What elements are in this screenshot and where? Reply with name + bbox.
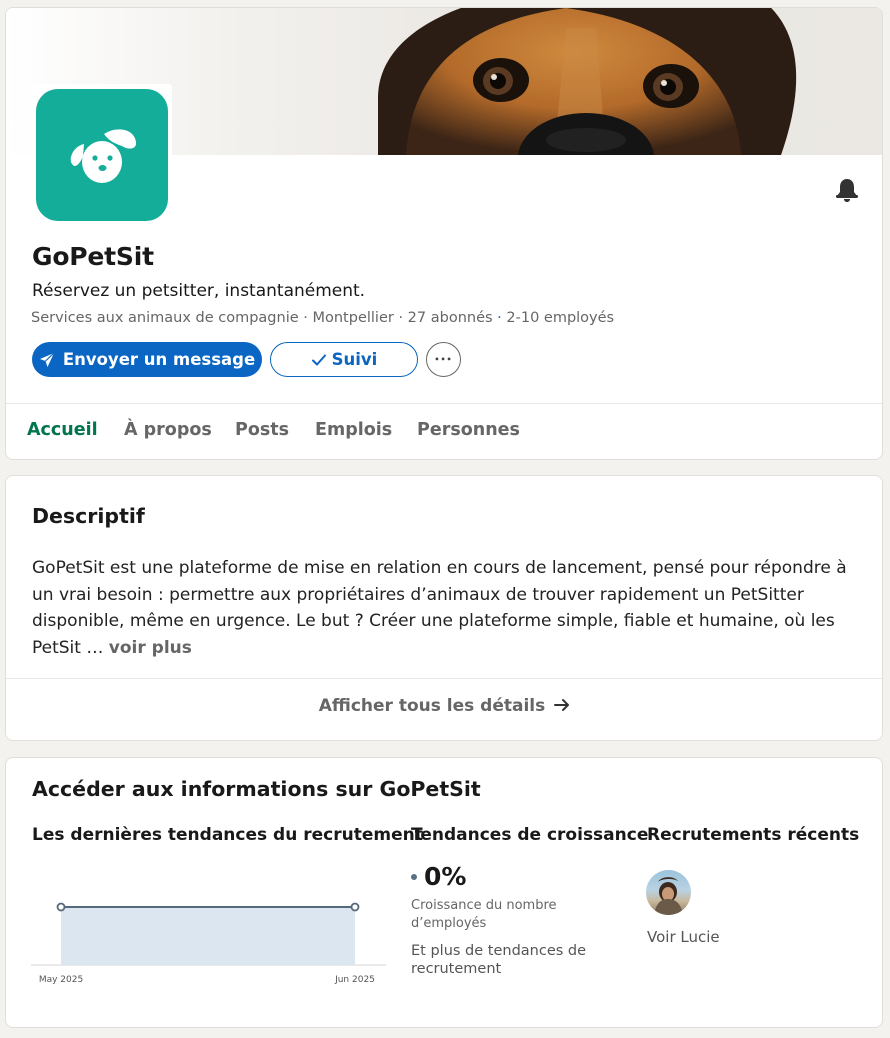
tab-accueil[interactable]: Accueil — [27, 420, 98, 440]
see-recent-hire-link[interactable]: Voir Lucie — [647, 928, 720, 946]
send-icon — [39, 352, 55, 367]
description-text: GoPetSit est une plateforme de mise en r… — [32, 558, 847, 658]
tab-a-propos[interactable]: À propos — [124, 420, 212, 440]
arrow-right-icon — [554, 699, 570, 711]
company-logo[interactable] — [31, 84, 172, 225]
more-options-button[interactable]: ••• — [426, 342, 461, 377]
growth-trends-title: Tendances de croissance — [411, 825, 649, 845]
chart-point — [350, 902, 360, 912]
chart-area — [61, 907, 355, 965]
divider — [6, 678, 882, 679]
recent-hires-title: Recrutements récents — [647, 825, 860, 845]
followers-count[interactable]: 27 abonnés — [408, 310, 493, 326]
location: Montpellier — [312, 310, 394, 326]
avatar[interactable] — [646, 870, 691, 915]
hiring-trend-chart: May 2025 Jun 2025 — [31, 902, 386, 985]
description-title: Descriptif — [32, 504, 145, 528]
send-message-button[interactable]: Envoyer un message — [32, 342, 262, 377]
insights-card: Accéder aux informations sur GoPetSit Le… — [5, 757, 883, 1028]
company-header-card: GoPetSit Réservez un petsitter, instanta… — [5, 7, 883, 460]
hiring-trends-title: Les dernières tendances du recrutement — [32, 825, 423, 845]
active-tab-indicator — [11, 459, 107, 460]
show-all-details-link[interactable]: Afficher tous les détails — [6, 696, 882, 716]
industry: Services aux animaux de compagnie — [31, 310, 299, 326]
following-label: Suivi — [331, 350, 378, 369]
ellipsis-icon: ••• — [434, 355, 453, 364]
company-tagline: Réservez un petsitter, instantanément. — [32, 281, 366, 301]
chart-x-tick-label: May 2025 — [39, 975, 83, 985]
bullet-icon — [411, 873, 417, 880]
company-meta: Services aux animaux de compagnie · Mont… — [31, 310, 615, 326]
bell-icon[interactable] — [833, 176, 861, 204]
description-card: Descriptif GoPetSit est une plateforme d… — [5, 475, 883, 741]
send-message-label: Envoyer un message — [62, 350, 256, 369]
chart-point — [56, 902, 66, 912]
company-name: GoPetSit — [32, 242, 154, 271]
following-button[interactable]: Suivi — [270, 342, 418, 377]
tab-personnes[interactable]: Personnes — [417, 420, 520, 440]
insights-title: Accéder aux informations sur GoPetSit — [32, 777, 481, 801]
chart-x-tick-label: Jun 2025 — [334, 975, 375, 985]
page-tabs: Accueil À propos Posts Emplois Personnes — [6, 403, 882, 460]
more-trends-link[interactable]: Et plus de tendances de recrutement — [411, 942, 611, 978]
tab-posts[interactable]: Posts — [235, 420, 289, 440]
dog-logo-icon — [36, 89, 168, 221]
see-more-link[interactable]: voir plus — [109, 638, 192, 658]
employees-count[interactable]: 2-10 employés — [506, 310, 614, 326]
check-icon — [311, 354, 326, 365]
growth-value-row: 0% — [411, 862, 466, 891]
growth-value: 0% — [424, 862, 467, 891]
growth-caption: Croissance du nombre d’employés — [411, 898, 557, 931]
tab-emplois[interactable]: Emplois — [315, 420, 392, 440]
